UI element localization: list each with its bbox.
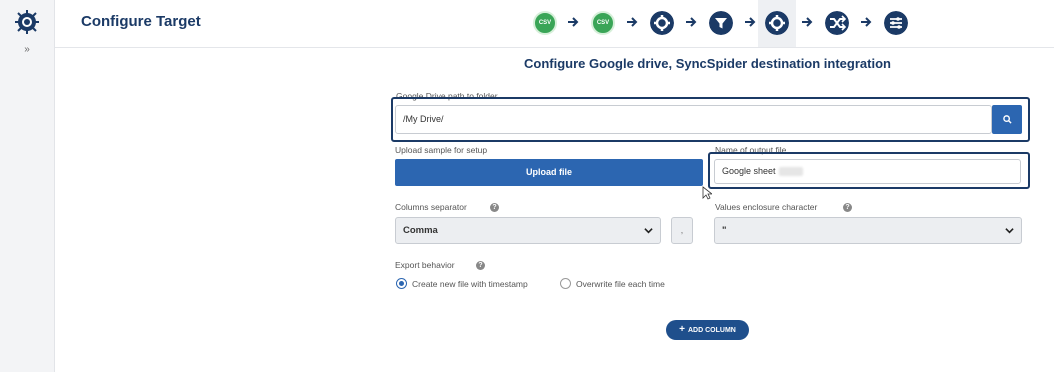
arrow-right-icon	[802, 17, 813, 27]
columns-separator-value: Comma	[403, 225, 438, 236]
chevron-down-icon	[644, 228, 653, 234]
radio-overwrite-file-label[interactable]: Overwrite file each time	[576, 279, 665, 289]
arrow-right-icon	[861, 17, 872, 27]
enclosure-value: "	[722, 225, 727, 236]
arrow-right-icon	[568, 17, 579, 27]
gear-icon[interactable]	[765, 11, 789, 35]
enclosure-select[interactable]: "	[714, 217, 1022, 244]
arrow-right-icon	[627, 17, 638, 27]
sidebar: »	[0, 0, 55, 372]
add-column-button[interactable]: + ADD COLUMN	[666, 320, 749, 340]
mouse-cursor-icon	[702, 186, 712, 200]
section-heading: Configure Google drive, SyncSpider desti…	[524, 56, 891, 71]
upload-file-button[interactable]: Upload file	[395, 159, 703, 186]
sidebar-expand-button[interactable]: »	[20, 44, 34, 55]
page-title: Configure Target	[81, 13, 201, 30]
help-icon[interactable]: ?	[476, 261, 485, 270]
search-icon	[1002, 115, 1012, 124]
help-icon[interactable]: ?	[843, 203, 852, 212]
drive-path-search-button[interactable]	[992, 105, 1022, 134]
drive-path-input[interactable]: /My Drive/	[395, 105, 992, 134]
shuffle-icon[interactable]	[825, 11, 849, 35]
radio-overwrite-file[interactable]	[560, 278, 571, 289]
upload-label: Upload sample for setup	[395, 145, 488, 155]
plus-icon: +	[679, 324, 685, 335]
csv-icon: CSV	[596, 20, 610, 26]
header: Configure Target CSV CSV	[55, 0, 1054, 48]
radio-create-new-file-label[interactable]: Create new file with timestamp	[412, 279, 528, 289]
export-behavior-label: Export behavior	[395, 260, 455, 270]
columns-separator-select[interactable]: Comma	[395, 217, 661, 244]
app-logo-icon[interactable]	[14, 9, 40, 35]
arrow-right-icon	[686, 17, 697, 27]
radio-create-new-file[interactable]	[396, 278, 407, 289]
step-csv-target[interactable]: CSV	[591, 11, 615, 35]
help-icon[interactable]: ?	[490, 203, 499, 212]
filter-icon[interactable]	[709, 11, 733, 35]
arrow-right-icon	[745, 17, 756, 27]
step-csv-source[interactable]: CSV	[533, 11, 557, 35]
enclosure-label: Values enclosure character	[715, 202, 818, 212]
sliders-icon[interactable]	[884, 11, 908, 35]
redacted-text	[778, 167, 803, 177]
columns-separator-label: Columns separator	[395, 202, 467, 212]
main-content: Configure Google drive, SyncSpider desti…	[55, 48, 1054, 372]
output-file-value: Google sheet	[722, 166, 776, 176]
output-file-input[interactable]: Google sheet	[714, 159, 1021, 184]
custom-separator-input[interactable]: ,	[671, 217, 693, 244]
chevron-down-icon	[1005, 228, 1014, 234]
add-column-label: ADD COLUMN	[688, 327, 736, 334]
csv-icon: CSV	[538, 20, 552, 26]
gear-icon[interactable]	[650, 11, 674, 35]
